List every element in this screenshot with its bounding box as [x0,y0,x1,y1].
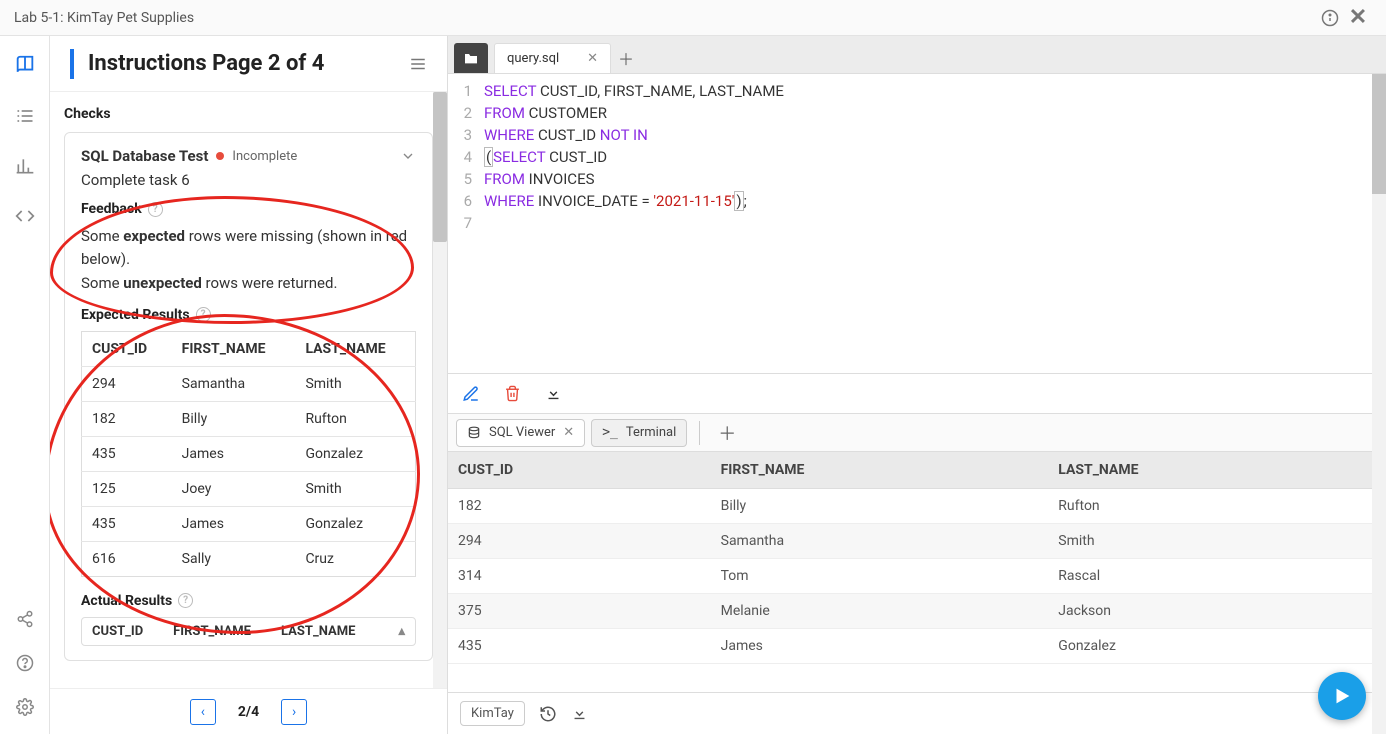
tab-label: SQL Viewer [489,425,555,440]
db-name[interactable]: KimTay [460,701,525,726]
gear-icon[interactable] [16,698,34,716]
table-row: 125JoeySmith [82,471,416,506]
download-icon[interactable] [545,385,562,402]
next-page-button[interactable]: › [281,699,307,725]
table-row: 294SamanthaSmith [448,524,1386,559]
activity-bar [0,36,50,734]
table-row: 294SamanthaSmith [82,366,416,401]
table-row: 435JamesGonzalez [448,629,1386,664]
sql-viewer-tab[interactable]: SQL Viewer ✕ [456,419,585,447]
table-row: 375MelanieJackson [448,594,1386,629]
code-editor[interactable]: 1234567 SELECT CUST_ID, FIRST_NAME, LAST… [448,74,1386,374]
accent-bar [70,49,74,79]
editor-pane: query.sql ✕ ＋ 1234567 SELECT CUST_ID, FI… [448,36,1386,734]
help-circle-icon[interactable]: ? [196,307,211,322]
col-header: LAST_NAME [295,331,415,366]
share-icon[interactable] [16,610,34,628]
panel-menu-icon[interactable] [409,57,427,71]
history-icon[interactable] [539,705,557,723]
info-icon[interactable] [1316,4,1344,32]
checks-label: Checks [64,106,433,122]
col-header: FIRST_NAME [172,331,296,366]
result-toolbar [448,374,1386,414]
title-bar: Lab 5-1: KimTay Pet Supplies ✕ [0,0,1386,36]
result-grid[interactable]: CUST_ID FIRST_NAME LAST_NAME 182BillyRuf… [448,452,1386,692]
code-content[interactable]: SELECT CUST_ID, FIRST_NAME, LAST_NAME FR… [478,74,1386,373]
scrollbar-thumb[interactable] [1372,74,1386,194]
new-tab-button[interactable]: ＋ [611,43,641,73]
scroll-up-icon[interactable]: ▴ [398,624,405,639]
chevron-down-icon[interactable] [400,148,416,164]
editor-tab[interactable]: query.sql ✕ [494,43,611,73]
table-row: 182BillyRufton [82,401,416,436]
scrollbar-track[interactable] [1372,74,1386,734]
table-row: 314TomRascal [448,559,1386,594]
bottom-bar: KimTay [448,692,1386,734]
col-header: CUST_ID [448,452,711,489]
run-button[interactable] [1318,672,1366,720]
table-row: 616SallyCruz [82,541,416,576]
download-icon[interactable] [571,705,588,722]
status-dot [216,152,224,160]
panel-title: Instructions Page 2 of 4 [88,51,409,76]
tasks-icon[interactable] [15,106,35,126]
window-title: Lab 5-1: KimTay Pet Supplies [14,10,194,26]
status-text: Incomplete [232,149,297,164]
test-subtitle: Complete task 6 [81,171,416,189]
close-tab-icon[interactable]: ✕ [587,51,598,66]
test-title: SQL Database Test [81,147,208,165]
new-viewer-tab-button[interactable]: ＋ [712,420,742,446]
edit-icon[interactable] [462,385,480,403]
actual-table: CUST_ID FIRST_NAME LAST_NAME ▴ [81,617,416,646]
test-card: SQL Database Test Incomplete Complete ta… [64,132,433,661]
book-icon[interactable] [14,54,36,76]
feedback-label: Feedback [81,201,142,217]
prev-page-button[interactable]: ‹ [190,699,216,725]
help-icon[interactable] [16,654,34,672]
terminal-tab[interactable]: >_ Terminal [591,419,687,447]
table-row: 435JamesGonzalez [82,506,416,541]
expected-table: CUST_ID FIRST_NAME LAST_NAME 294Samantha… [81,331,416,577]
table-row: 182BillyRufton [448,489,1386,524]
col-header: LAST_NAME [1048,452,1386,489]
trash-icon[interactable] [504,385,521,402]
tab-label: Terminal [626,425,676,440]
instructions-panel: Instructions Page 2 of 4 Checks SQL Data… [50,36,448,734]
editor-tabbar: query.sql ✕ ＋ [448,36,1386,74]
help-circle-icon[interactable]: ? [148,202,163,217]
scrollbar-track[interactable] [433,92,447,688]
page-number: 2/4 [238,704,259,720]
close-icon[interactable]: ✕ [1344,4,1372,32]
close-tab-icon[interactable]: ✕ [563,425,574,440]
chart-icon[interactable] [15,156,35,176]
expected-label: Expected Results [81,307,190,323]
pager: ‹ 2/4 › [50,688,447,734]
feedback-text: Some expected rows were missing (shown i… [81,225,416,295]
table-row: 435JamesGonzalez [82,436,416,471]
panel-body[interactable]: Checks SQL Database Test Incomplete Comp… [50,92,447,734]
help-circle-icon[interactable]: ? [178,593,193,608]
col-header: CUST_ID [82,331,172,366]
code-icon[interactable] [15,206,35,226]
col-header: FIRST_NAME [711,452,1049,489]
line-gutter: 1234567 [448,74,478,373]
actual-label: Actual Results [81,593,172,609]
scrollbar-thumb[interactable] [433,92,447,242]
folder-icon[interactable] [454,43,488,73]
divider [699,421,700,445]
tab-label: query.sql [507,51,559,66]
viewer-tabbar: SQL Viewer ✕ >_ Terminal ＋ [448,414,1386,452]
